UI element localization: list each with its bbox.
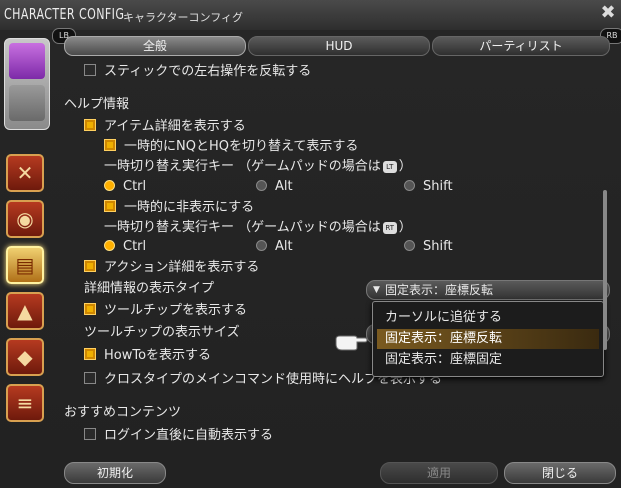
side-navigation: ✕ ◉ ▤ ▲ ◆ ≡ [2,38,50,483]
howto-option[interactable]: HowToを表示する [84,347,211,365]
input-mode-switch[interactable] [4,38,50,130]
option-label: ログイン直後に自動表示する [104,428,274,443]
option-label: 一時的に非表示にする [124,200,255,215]
action-detail-option[interactable]: アクション詳細を表示する [84,259,259,277]
option-label: Alt [275,239,293,254]
option-label: Ctrl [123,179,147,194]
radio-shift-1[interactable]: Shift [404,178,453,196]
checkbox[interactable] [104,139,116,151]
close-button[interactable]: 閉じる [504,462,616,484]
scrollbar[interactable] [603,190,607,350]
character-icon[interactable]: ▲ [6,292,44,330]
toggle-key-2-label: 一時切り替え実行キー （ゲームパッドの場合は RT） [104,219,412,237]
gamepad-icon[interactable] [9,43,45,79]
checkbox[interactable] [84,303,96,315]
option-label: 一時的にNQとHQを切り替えて表示する [124,139,359,154]
window-title: CHARACTER CONFIG [4,5,125,23]
tooltip-show-option[interactable]: ツールチップを表示する [84,302,247,320]
close-icon[interactable]: ✖ [599,4,617,22]
config-window: CHARACTER CONFIG キャラクターコンフィグ ✖ LB RB 全般 … [0,0,621,488]
dropdown-menu: カーソルに追従する 固定表示：座標反転 固定表示：座標固定 [372,301,604,377]
tab-bar: 全般 HUD パーティリスト [56,36,616,56]
item-detail-option[interactable]: アイテム詳細を表示する [84,118,246,136]
option-label: Alt [275,179,293,194]
checkbox[interactable] [84,372,96,384]
option-label: アイテム詳細を表示する [104,119,246,134]
menu-item-fixed-fixed[interactable]: 固定表示：座標固定 [385,350,597,370]
menu-item-fixed-invert[interactable]: 固定表示：座標反転 [377,329,599,349]
radio-shift-2[interactable]: Shift [404,238,453,256]
lt-button-icon: LT [382,161,397,173]
mouse-icon[interactable] [9,85,45,121]
radio-ctrl-1[interactable]: Ctrl [104,178,146,196]
checkbox[interactable] [84,64,96,76]
radio-ctrl-2[interactable]: Ctrl [104,238,146,256]
option-label: スティックでの左右操作を反転する [104,64,312,79]
items-bag-icon[interactable]: ◉ [6,200,44,238]
apply-button[interactable]: 適用 [380,462,498,484]
hand-pointer-icon [335,335,368,351]
menu-item-follow-cursor[interactable]: カーソルに追従する [385,308,597,328]
dropdown-value: 固定表示：座標反転 [385,283,494,297]
option-label: アクション詳細を表示する [104,260,260,275]
paren-close: ） [398,159,412,174]
reset-button[interactable]: 初期化 [64,462,166,484]
stick-invert-option[interactable]: スティックでの左右操作を反転する [84,63,311,81]
radio[interactable] [256,240,267,251]
window-subtitle: キャラクターコンフィグ [123,11,244,24]
chat-icon[interactable]: ≡ [6,384,44,422]
login-show-option[interactable]: ログイン直後に自動表示する [84,427,273,445]
title-bar: CHARACTER CONFIG キャラクターコンフィグ ✖ [0,0,621,30]
toggle-key-1-label: 一時切り替え実行キー （ゲームパッドの場合は LT） [104,158,412,176]
info-card-icon[interactable]: ▤ [6,246,44,284]
tooltip-size-label: ツールチップの表示サイズ [84,325,240,340]
checkbox[interactable] [84,348,96,360]
settings-list: スティックでの左右操作を反転する ヘルプ情報 アイテム詳細を表示する 一時的にN… [60,58,600,453]
paren-close: ） [398,220,412,235]
label-text: 一時切り替え実行キー （ゲームパッドの場合は [104,159,381,174]
tab-general[interactable]: 全般 [64,36,246,56]
nq-hq-option[interactable]: 一時的にNQとHQを切り替えて表示する [104,138,358,156]
detail-type-dropdown[interactable]: ▼ 固定表示：座標反転 [366,280,610,300]
rt-button-icon: RT [382,222,397,234]
radio[interactable] [104,180,115,191]
chevron-down-icon: ▼ [373,285,380,295]
tab-party-list[interactable]: パーティリスト [432,36,610,56]
option-label: Shift [423,239,453,254]
option-label: Ctrl [123,239,147,254]
recommend-heading: おすすめコンテンツ [64,405,182,420]
option-label: ツールチップを表示する [104,303,248,318]
checkbox[interactable] [104,200,116,212]
radio[interactable] [404,180,415,191]
radio[interactable] [104,240,115,251]
radio-alt-1[interactable]: Alt [256,178,293,196]
option-label: Shift [423,179,453,194]
checkbox[interactable] [84,428,96,440]
crossed-swords-icon[interactable]: ✕ [6,154,44,192]
detail-type-label: 詳細情報の表示タイプ [84,281,215,296]
hide-temp-option[interactable]: 一時的に非表示にする [104,199,254,217]
party-icon[interactable]: ◆ [6,338,44,376]
radio[interactable] [256,180,267,191]
help-heading: ヘルプ情報 [64,97,130,112]
radio[interactable] [404,240,415,251]
checkbox[interactable] [84,119,96,131]
radio-alt-2[interactable]: Alt [256,238,293,256]
checkbox[interactable] [84,260,96,272]
tab-hud[interactable]: HUD [248,36,430,56]
option-label: HowToを表示する [104,348,212,363]
label-text: 一時切り替え実行キー （ゲームパッドの場合は [104,220,381,235]
